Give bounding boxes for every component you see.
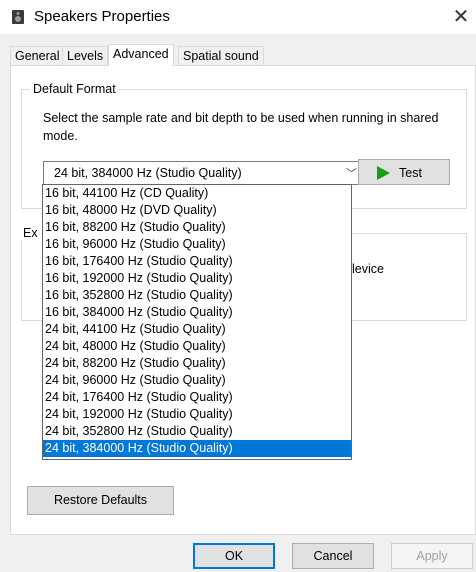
ok-button[interactable]: OK (193, 543, 275, 569)
default-format-title: Default Format (30, 82, 119, 96)
test-button[interactable]: Test (358, 159, 450, 185)
dropdown-option[interactable]: 24 bit, 48000 Hz (Studio Quality) (43, 338, 351, 355)
dropdown-option[interactable]: 16 bit, 384000 Hz (Studio Quality) (43, 304, 351, 321)
dropdown-option[interactable]: 16 bit, 352800 Hz (Studio Quality) (43, 287, 351, 304)
apply-button[interactable]: Apply (391, 543, 473, 569)
dropdown-option[interactable]: 24 bit, 176400 Hz (Studio Quality) (43, 389, 351, 406)
cancel-button[interactable]: Cancel (292, 543, 374, 569)
close-button[interactable]: ✕ (446, 2, 476, 32)
default-format-select[interactable]: 24 bit, 384000 Hz (Studio Quality) ﹀ (43, 161, 365, 185)
dropdown-option[interactable]: 16 bit, 96000 Hz (Studio Quality) (43, 236, 351, 253)
tab-spatial-sound[interactable]: Spatial sound (178, 46, 264, 65)
window-title: Speakers Properties (34, 8, 170, 25)
tab-levels[interactable]: Levels (62, 46, 109, 65)
dropdown-option[interactable]: 16 bit, 192000 Hz (Studio Quality) (43, 270, 351, 287)
dropdown-option[interactable]: 24 bit, 96000 Hz (Studio Quality) (43, 372, 351, 389)
default-format-selected-value: 24 bit, 384000 Hz (Studio Quality) (54, 166, 242, 180)
restore-defaults-button[interactable]: Restore Defaults (27, 486, 174, 515)
default-format-description: Select the sample rate and bit depth to … (43, 111, 439, 143)
dropdown-option[interactable]: 16 bit, 48000 Hz (DVD Quality) (43, 202, 351, 219)
dropdown-option[interactable]: 24 bit, 352800 Hz (Studio Quality) (43, 423, 351, 440)
tab-advanced[interactable]: Advanced (108, 44, 174, 66)
dropdown-option[interactable]: 16 bit, 176400 Hz (Studio Quality) (43, 253, 351, 270)
default-format-dropdown-list[interactable]: 16 bit, 44100 Hz (CD Quality) 16 bit, 480… (42, 184, 352, 460)
exclusive-mode-text: levice (352, 262, 384, 276)
tab-general[interactable]: General (10, 46, 65, 65)
title-bar: Speakers Properties ✕ (0, 0, 476, 34)
chevron-down-icon: ﹀ (346, 168, 357, 180)
play-icon (377, 166, 390, 180)
dropdown-option[interactable]: 24 bit, 88200 Hz (Studio Quality) (43, 355, 351, 372)
dropdown-option[interactable]: 16 bit, 44100 Hz (CD Quality) (43, 185, 351, 202)
dropdown-option[interactable]: 24 bit, 384000 Hz (Studio Quality) (43, 440, 351, 457)
dropdown-option[interactable]: 24 bit, 44100 Hz (Studio Quality) (43, 321, 351, 338)
exclusive-mode-title: Ex (20, 226, 41, 240)
dropdown-option[interactable]: 24 bit, 192000 Hz (Studio Quality) (43, 406, 351, 423)
dropdown-option[interactable]: 16 bit, 88200 Hz (Studio Quality) (43, 219, 351, 236)
speaker-icon (12, 10, 24, 24)
